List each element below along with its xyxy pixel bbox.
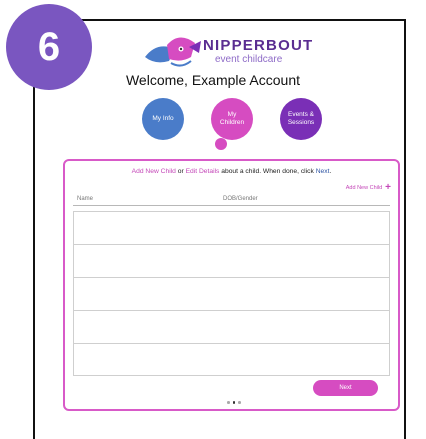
table-row[interactable] [74,245,389,278]
step-my-info-label: My Info [152,115,174,122]
page-dot [227,401,230,404]
table-row[interactable] [74,278,389,311]
table-row[interactable] [74,212,389,245]
step-events-label-2: Sessions [287,119,315,126]
add-new-child-label: Add New Child [345,185,383,191]
header-divider [73,205,390,206]
active-step-indicator [215,138,227,150]
brand-tagline: event childcare [215,54,283,65]
step-my-children-label-1: My [227,111,237,118]
edit-details-link[interactable]: Edit Details [186,168,220,175]
instructions-text: Add New Child or Edit Details about a ch… [131,168,332,175]
welcome-heading: Welcome, Example Account [125,72,301,88]
page-indicator [227,401,241,404]
plus-icon: + [385,182,391,193]
table-row[interactable] [74,311,389,344]
step-events-label-1: Events & [287,111,314,118]
children-panel: Add New Child or Edit Details about a ch… [63,159,400,411]
page-dot-active [232,401,235,404]
step-my-children-label-2: Children [219,119,245,126]
brand-logo: NIPPERBOUT event childcare [141,33,351,73]
next-word: Next [315,168,330,175]
step-my-children-button[interactable]: My Children [211,98,253,140]
add-new-child-link[interactable]: Add New Child [132,168,176,175]
add-new-child-button[interactable]: Add New Child + [345,182,391,193]
brand-name: NIPPERBOUT [203,37,314,54]
page-dot [238,401,241,404]
table-row[interactable] [74,344,389,377]
children-table [73,211,390,376]
column-header-dob-gender: DOB/Gender [223,196,258,202]
next-button[interactable]: Next [313,380,378,396]
step-my-info-button[interactable]: My Info [142,98,184,140]
step-events-sessions-button[interactable]: Events & Sessions [280,98,322,140]
column-header-name: Name [77,196,94,202]
nipperbout-logo-icon [145,37,201,67]
